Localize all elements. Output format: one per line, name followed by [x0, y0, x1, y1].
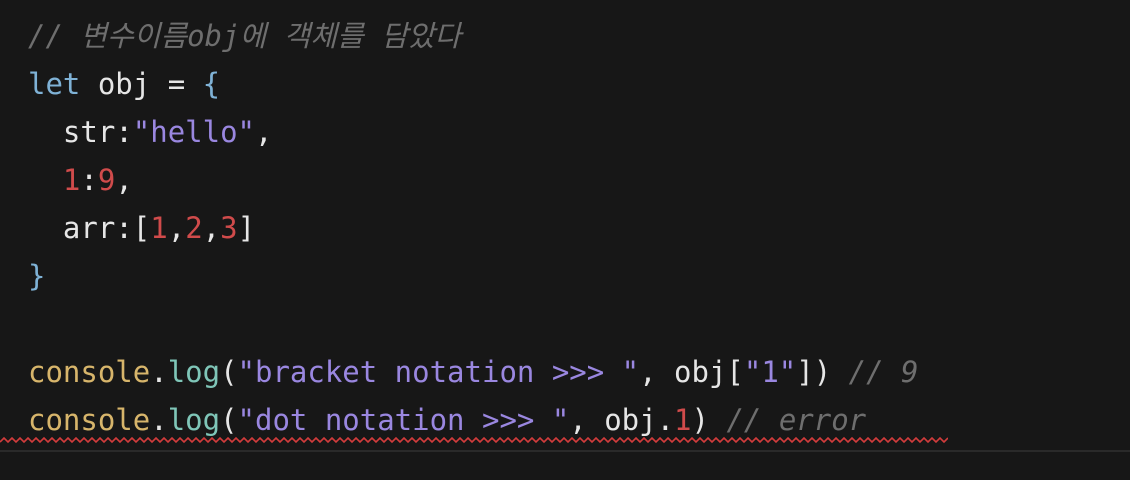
comma: ,	[115, 163, 133, 197]
log-method: log	[167, 403, 221, 437]
comment: // 변수이름obj에 객체를 담았다	[28, 19, 462, 53]
comma: ,	[255, 115, 273, 149]
console-object: console	[28, 355, 151, 389]
code-line-6: }	[28, 254, 45, 298]
variable-name: obj	[80, 67, 168, 101]
open-bracket: [	[132, 211, 151, 245]
string-literal: "bracket notation >>> "	[237, 355, 640, 389]
open-paren: (	[220, 355, 238, 389]
separator: , obj.	[569, 403, 675, 437]
string-literal: "dot notation >>> "	[237, 403, 570, 437]
colon: :	[115, 211, 133, 245]
divider	[0, 450, 1130, 452]
string-literal: "hello"	[132, 115, 255, 149]
equals-sign: =	[167, 67, 203, 101]
dot: .	[150, 403, 168, 437]
code-line-1: // 변수이름obj에 객체를 담았다	[28, 14, 461, 58]
close-paren: )	[691, 403, 709, 437]
number-literal: 2	[185, 211, 203, 245]
comma: ,	[167, 211, 186, 245]
close-brace: }	[28, 259, 46, 293]
code-line-8: console.log("bracket notation >>> ", obj…	[28, 350, 919, 394]
comment: // error	[708, 403, 867, 437]
number-literal: 3	[220, 211, 238, 245]
log-method: log	[167, 355, 221, 389]
code-editor[interactable]: // 변수이름obj에 객체를 담았다 let obj = { str:"hel…	[0, 0, 1130, 480]
code-line-5: arr:[1,2,3]	[28, 206, 255, 250]
numeric-key: 1	[62, 163, 81, 197]
comma: ,	[202, 211, 221, 245]
open-brace: {	[202, 67, 221, 101]
console-object: console	[28, 403, 151, 437]
code-line-3: str:"hello",	[28, 110, 273, 154]
colon: :	[80, 163, 98, 197]
colon: :	[115, 115, 133, 149]
number-literal: 1	[674, 403, 692, 437]
property-key: arr	[62, 211, 116, 245]
comment: // 9	[831, 355, 919, 389]
string-key: "1"	[743, 355, 797, 389]
code-line-4: 1:9,	[28, 158, 133, 202]
property-key: str	[62, 115, 116, 149]
number-literal: 1	[150, 211, 168, 245]
open-paren: (	[220, 403, 238, 437]
close-bracket: ]	[237, 211, 256, 245]
code-line-2: let obj = {	[28, 62, 220, 106]
number-literal: 9	[97, 163, 116, 197]
error-squiggle[interactable]	[0, 436, 948, 444]
separator: , obj[	[639, 355, 744, 389]
dot: .	[150, 355, 168, 389]
keyword-let: let	[28, 67, 81, 101]
close-paren: ])	[796, 355, 832, 389]
